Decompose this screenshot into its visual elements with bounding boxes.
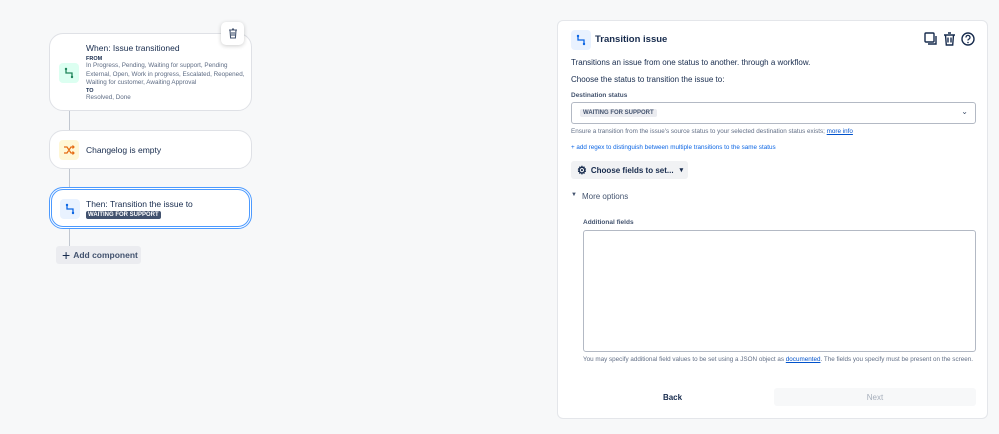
json-help-text-end: . The fields you specify must be present… [820, 356, 973, 363]
transition-icon [571, 30, 591, 50]
additional-fields-label: Additional fields [583, 219, 634, 226]
delete-trigger-button[interactable] [221, 22, 244, 45]
trash-icon [228, 28, 237, 39]
json-help: You may specify additional field values … [583, 355, 978, 364]
trash-icon[interactable] [943, 32, 956, 46]
helper-text: Ensure a transition from the issue's sou… [571, 128, 825, 135]
panel-title: Transition issue [595, 34, 668, 45]
help-icon[interactable] [961, 32, 975, 46]
destination-helper: Ensure a transition from the issue's sou… [571, 128, 853, 135]
chevron-down-icon: ▼ [571, 192, 577, 198]
add-regex-link[interactable]: + add regex to distinguish between multi… [571, 144, 776, 151]
duplicate-icon[interactable] [924, 32, 938, 46]
choose-fields-label: Choose fields to set... [590, 165, 674, 175]
from-values: In Progress, Pending, Waiting for suppor… [86, 62, 245, 86]
shuffle-icon [59, 140, 79, 160]
selected-status: WAITING FOR SUPPORT [580, 109, 657, 117]
next-button[interactable]: Next [774, 388, 976, 406]
connector [69, 169, 70, 187]
transition-icon [59, 63, 79, 83]
destination-label: Destination status [571, 92, 628, 99]
add-component-button[interactable]: + Add component [56, 246, 141, 264]
more-info-link[interactable]: more info [827, 128, 853, 135]
add-component-label: Add component [73, 250, 138, 260]
to-values: Resolved, Done [86, 93, 131, 101]
destination-status-select[interactable]: WAITING FOR SUPPORT ⌄ [571, 102, 976, 124]
condition-card[interactable]: Changelog is empty [49, 130, 252, 169]
choose-fields-button[interactable]: ⚙ Choose fields to set... ▾ [571, 161, 688, 179]
plus-icon: + [62, 247, 71, 263]
transition-issue-panel: Transition issue Transitions an issue fr… [557, 20, 988, 419]
trigger-card[interactable]: When: Issue transitioned FROM In Progres… [49, 33, 252, 111]
additional-fields-textarea[interactable] [583, 230, 976, 352]
documented-link[interactable]: documented [786, 356, 821, 363]
more-options-toggle[interactable]: ▼ More options [571, 192, 628, 201]
back-button[interactable]: Back [571, 388, 774, 406]
transition-icon [60, 199, 80, 219]
connector [69, 110, 70, 130]
chevron-down-icon: ⌄ [961, 107, 968, 116]
chevron-down-icon: ▾ [679, 167, 684, 174]
condition-title: Changelog is empty [86, 145, 162, 155]
action-card[interactable]: Then: Transition the issue to WAITING FO… [49, 187, 252, 229]
action-title: Then: Transition the issue to [86, 199, 193, 209]
more-options-label: More options [581, 192, 629, 201]
choose-prompt: Choose the status to transition the issu… [571, 75, 725, 84]
panel-description: Transitions an issue from one status to … [571, 58, 811, 67]
json-help-text: You may specify additional field values … [583, 356, 785, 363]
status-lozenge: WAITING FOR SUPPORT [86, 211, 161, 219]
gear-icon: ⚙ [577, 164, 587, 177]
